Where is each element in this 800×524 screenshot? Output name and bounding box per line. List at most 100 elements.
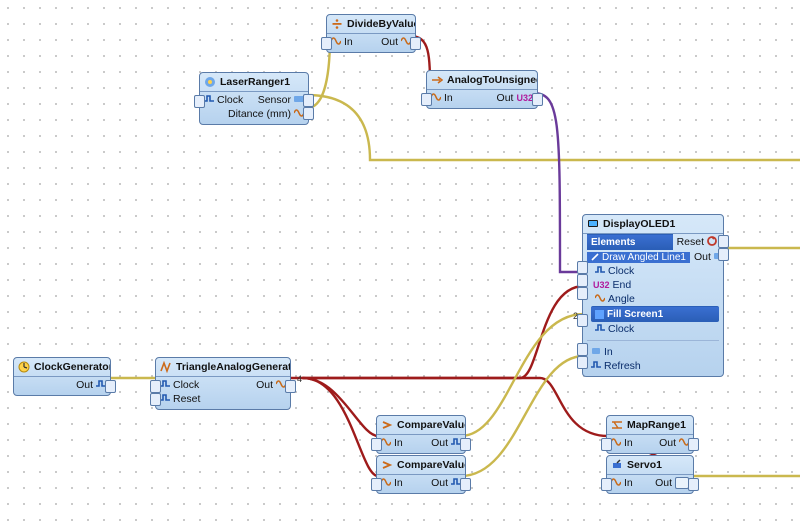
type-tag: U32 — [593, 280, 610, 290]
clock-port[interactable] — [150, 380, 161, 393]
reset-port[interactable] — [718, 235, 729, 248]
node-title: TriangleAnalogGenerator1 — [156, 358, 290, 377]
draw-clock-port[interactable] — [577, 261, 588, 274]
port-out-label: Out — [256, 379, 273, 391]
title-text: MapRange1 — [627, 419, 686, 431]
port-out-label: Out — [694, 251, 711, 263]
analog-icon — [431, 92, 441, 104]
analog-icon — [595, 293, 605, 305]
distance-port[interactable] — [303, 107, 314, 120]
in-port[interactable] — [601, 438, 612, 451]
node-title: ClockGenerator1 — [14, 358, 110, 377]
port-reset-label: Reset — [173, 393, 200, 405]
out-port[interactable] — [718, 248, 729, 261]
pulse-icon — [160, 379, 170, 391]
title-text: DivideByValue1 — [347, 18, 415, 30]
title-text: Servo1 — [627, 459, 662, 471]
pulse-icon — [160, 393, 170, 405]
port-clock-label: Clock — [173, 379, 199, 391]
fill-screen-header: Fill Screen1 — [591, 306, 719, 322]
in-port[interactable] — [601, 478, 612, 491]
analog-icon — [381, 477, 391, 489]
port-distance-label: Ditance (mm) — [228, 108, 291, 120]
out-port[interactable] — [105, 380, 116, 393]
analog-icon — [331, 36, 341, 48]
port-sensor-label: Sensor — [258, 94, 291, 106]
in-port[interactable] — [577, 343, 588, 356]
convert-icon — [430, 74, 443, 87]
pulse-icon — [595, 323, 605, 335]
port-out-label: Out — [497, 92, 514, 104]
node-triangle-generator[interactable]: TriangleAnalogGenerator1 Clock Out Reset… — [155, 357, 291, 410]
in-port[interactable] — [421, 93, 432, 106]
title-text: LaserRanger1 — [220, 76, 290, 88]
port-in-label: In — [344, 36, 353, 48]
out-port[interactable] — [285, 380, 296, 393]
out-index: 4 — [297, 374, 302, 384]
display-icon — [586, 218, 599, 231]
node-title: CompareValue2 — [377, 456, 465, 475]
node-title: MapRange1 — [607, 416, 693, 435]
port-angle-label: Angle — [608, 293, 635, 305]
node-servo[interactable]: Servo1 In Out — [606, 455, 694, 494]
port-end-label: End — [613, 279, 632, 291]
reset-port[interactable] — [150, 393, 161, 406]
port-out-label: Out — [659, 437, 676, 449]
refresh-port[interactable] — [577, 356, 588, 369]
type-tag: U32 — [516, 93, 533, 103]
digital-icon — [675, 477, 689, 489]
node-laser-ranger[interactable]: LaserRanger1 Clock Sensor Ditance (mm) — [199, 72, 309, 125]
draw-line-header: Draw Angled Line1 — [587, 252, 690, 263]
port-clock-label: Clock — [217, 94, 243, 106]
title-text: AnalogToUnsigned1 — [447, 74, 537, 86]
port-in-label: In — [394, 437, 403, 449]
node-title: LaserRanger1 — [200, 73, 308, 92]
analog-icon — [381, 437, 391, 449]
out-port[interactable] — [410, 37, 421, 50]
servo-icon — [610, 459, 623, 472]
port-in-label: In — [624, 437, 633, 449]
pulse-icon — [595, 265, 605, 277]
compare-icon — [380, 419, 393, 432]
out-port[interactable] — [532, 93, 543, 106]
out-port[interactable] — [688, 438, 699, 451]
node-title: Servo1 — [607, 456, 693, 475]
node-map-range[interactable]: MapRange1 In Out — [606, 415, 694, 454]
node-compare-value-2[interactable]: CompareValue2 In Out — [376, 455, 466, 494]
title-text: ClockGenerator1 — [34, 361, 110, 373]
title-text: CompareValue2 — [397, 459, 465, 471]
in-port[interactable] — [371, 438, 382, 451]
node-analog-to-unsigned[interactable]: AnalogToUnsigned1 In Out U32 — [426, 70, 538, 109]
in-port[interactable] — [371, 478, 382, 491]
port-clock-label: Clock — [608, 323, 634, 335]
title-text: CompareValue1 — [397, 419, 465, 431]
end-port[interactable] — [577, 274, 588, 287]
clock-port[interactable] — [194, 95, 205, 108]
node-compare-value-1[interactable]: CompareValue1 In Out — [376, 415, 466, 454]
analog-icon — [611, 437, 621, 449]
node-title: AnalogToUnsigned1 — [427, 71, 537, 90]
map-range-icon — [610, 419, 623, 432]
out-port[interactable] — [460, 478, 471, 491]
divider — [587, 340, 719, 341]
node-clock-generator[interactable]: ClockGenerator1 Out — [13, 357, 111, 396]
angle-port[interactable] — [577, 287, 588, 300]
triangle-wave-icon — [159, 361, 172, 374]
fill-clock-port[interactable] — [577, 314, 588, 327]
out-port[interactable] — [688, 478, 699, 491]
pulse-icon — [204, 94, 214, 106]
port-in-label: In — [604, 346, 613, 358]
sensor-icon — [203, 76, 216, 89]
port-in-label: In — [394, 477, 403, 489]
port-in-label: In — [444, 92, 453, 104]
node-title: DisplayOLED1 — [583, 215, 723, 234]
in-port[interactable] — [321, 37, 332, 50]
elements-header: Elements — [587, 234, 673, 250]
out-port[interactable] — [460, 438, 471, 451]
port-out-label: Out — [381, 36, 398, 48]
sensor-port[interactable] — [303, 94, 314, 107]
node-title: CompareValue1 — [377, 416, 465, 435]
port-in-label: In — [624, 477, 633, 489]
node-display-oled[interactable]: DisplayOLED1 Elements Reset Draw Angled … — [582, 214, 724, 377]
node-divide-by-value[interactable]: DivideByValue1 In Out — [326, 14, 416, 53]
